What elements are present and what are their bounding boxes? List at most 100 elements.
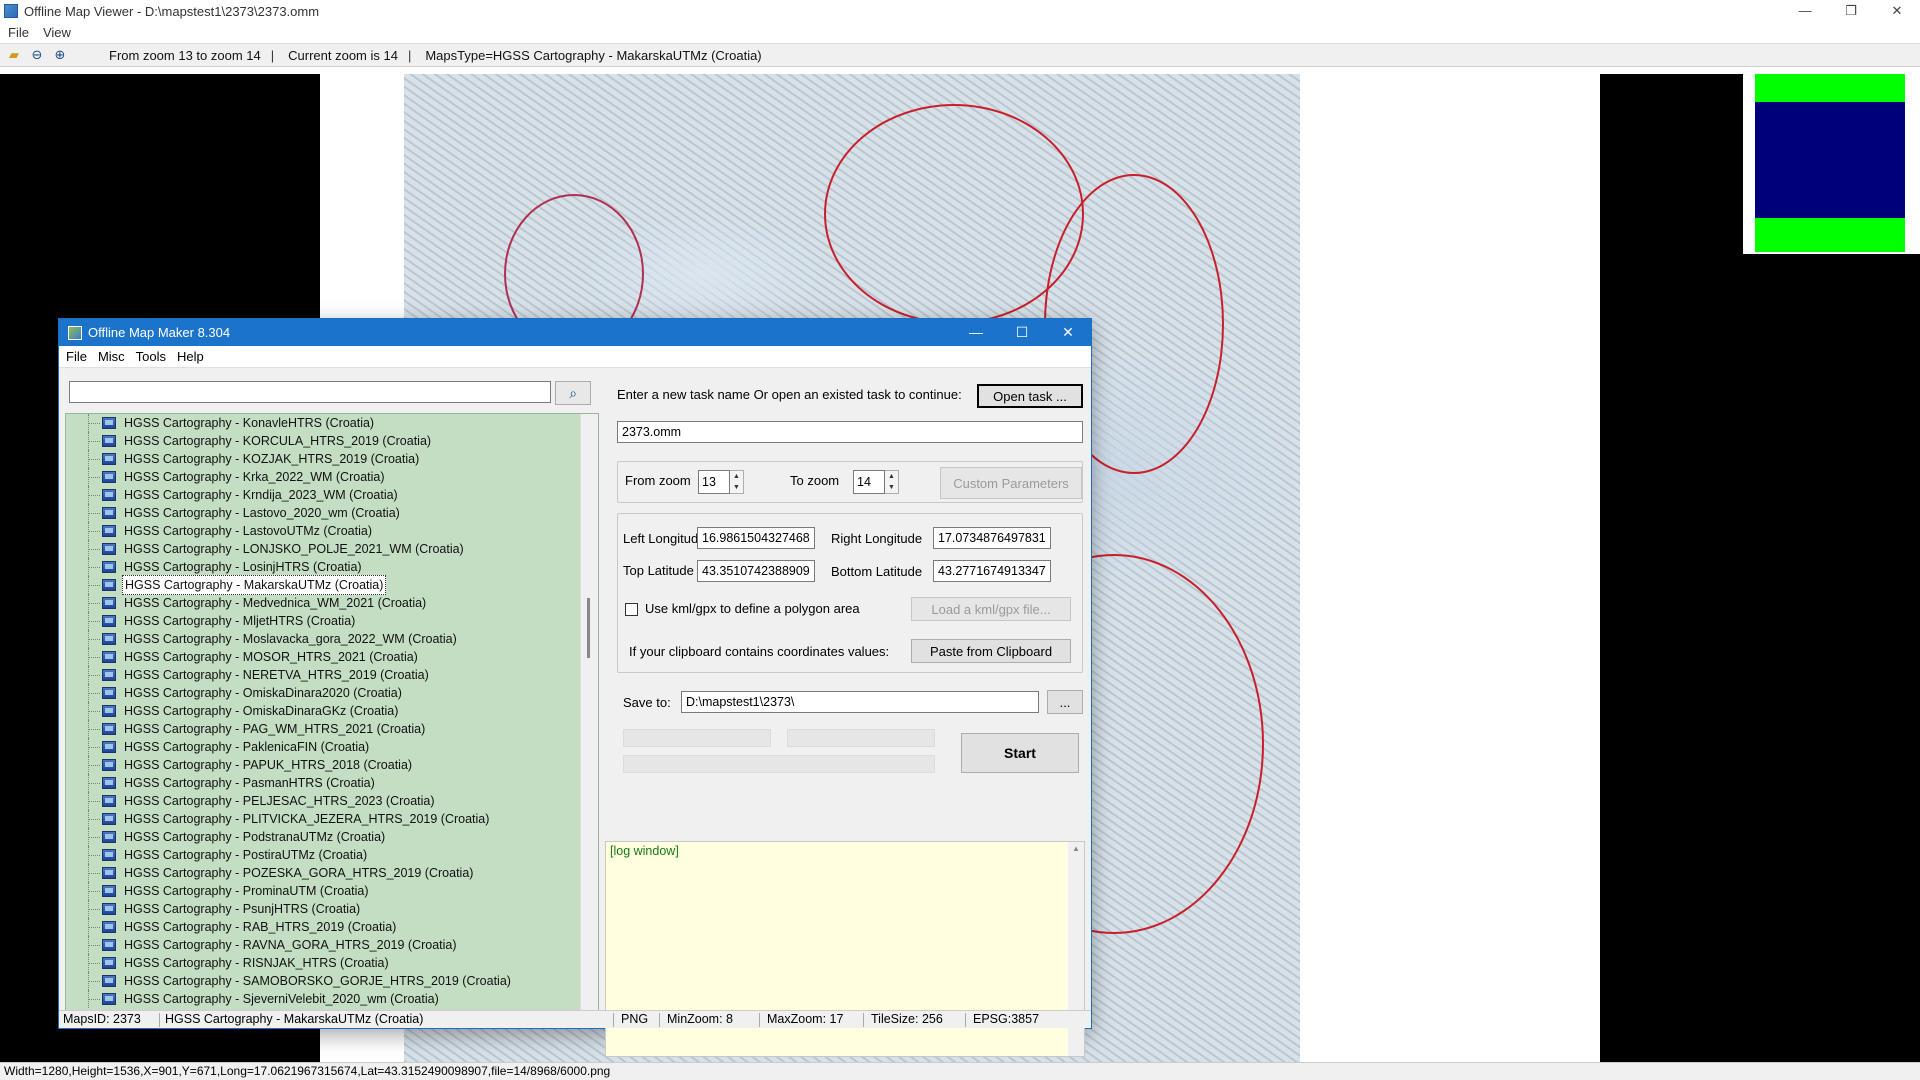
map-tree-item[interactable]: HGSS Cartography - PostiraUTMz (Croatia) — [66, 846, 598, 864]
viewer-minimize-button[interactable]: — — [1782, 0, 1828, 22]
map-icon — [102, 993, 116, 1005]
left-longitude-input[interactable]: 16.9861504327468 — [697, 527, 815, 549]
task-name-input[interactable]: 2373.omm — [617, 421, 1083, 443]
maker-menu-file[interactable]: File — [66, 349, 87, 364]
map-tree-item[interactable]: HGSS Cartography - SAMOBORSKO_GORJE_HTRS… — [66, 972, 598, 990]
map-tree-item-label: HGSS Cartography - MljetHTRS (Croatia) — [124, 614, 356, 628]
status-max-zoom: MaxZoom: 17 — [767, 1012, 844, 1026]
map-tree-item[interactable]: HGSS Cartography - KORCULA_HTRS_2019 (Cr… — [66, 432, 598, 450]
map-tree-item-label: HGSS Cartography - RAVNA_GORA_HTRS_2019 … — [124, 938, 457, 952]
open-folder-icon[interactable]: ▰ — [5, 46, 23, 64]
map-tree-item[interactable]: HGSS Cartography - Moslavacka_gora_2022_… — [66, 630, 598, 648]
map-tree-item[interactable]: HGSS Cartography - KOZJAK_HTRS_2019 (Cro… — [66, 450, 598, 468]
map-icon — [102, 579, 116, 591]
scroll-up-icon[interactable]: ▲ — [1068, 842, 1084, 856]
map-tree-item-label: HGSS Cartography - KORCULA_HTRS_2019 (Cr… — [124, 434, 432, 448]
status-map-name: HGSS Cartography - MakarskaUTMz (Croatia… — [165, 1012, 424, 1026]
map-tree-item-label: HGSS Cartography - SjeverniVelebit_2020_… — [124, 992, 439, 1006]
bottom-latitude-label: Bottom Latitude — [831, 564, 923, 579]
viewer-menu-file[interactable]: File — [8, 25, 29, 40]
map-tree-item-label: HGSS Cartography - RAB_HTRS_2019 (Croati… — [124, 920, 397, 934]
map-tree-item[interactable]: HGSS Cartography - Medvednica_WM_2021 (C… — [66, 594, 598, 612]
map-tree-item-label: HGSS Cartography - PaklenicaFIN (Croatia… — [124, 740, 370, 754]
map-tree-item[interactable]: HGSS Cartography - MakarskaUTMz (Croatia… — [66, 575, 598, 595]
maps-type-text: MapsType=HGSS Cartography - MakarskaUTMz… — [425, 47, 762, 63]
map-tree-item[interactable]: HGSS Cartography - MOSOR_HTRS_2021 (Croa… — [66, 648, 598, 666]
browse-button[interactable]: ... — [1047, 690, 1083, 714]
right-longitude-input[interactable]: 17.0734876497831 — [933, 527, 1051, 549]
map-icon — [102, 813, 116, 825]
map-tree-item[interactable]: HGSS Cartography - PasmanHTRS (Croatia) — [66, 774, 598, 792]
map-tree-item[interactable]: HGSS Cartography - PELJESAC_HTRS_2023 (C… — [66, 792, 598, 810]
map-tree-item-label: HGSS Cartography - SAMOBORSKO_GORJE_HTRS… — [124, 974, 511, 988]
map-tree-item[interactable]: HGSS Cartography - MljetHTRS (Croatia) — [66, 612, 598, 630]
map-tree-item[interactable]: HGSS Cartography - OmiskaDinara2020 (Cro… — [66, 684, 598, 702]
start-button[interactable]: Start — [961, 733, 1079, 773]
map-tree-item[interactable]: HGSS Cartography - RAB_HTRS_2019 (Croati… — [66, 918, 598, 936]
map-tree-item[interactable]: HGSS Cartography - LastovoUTMz (Croatia) — [66, 522, 598, 540]
maker-menu-tools[interactable]: Tools — [136, 349, 166, 364]
map-tree-item-label: HGSS Cartography - Lastovo_2020_wm (Croa… — [124, 506, 400, 520]
map-tree-item[interactable]: HGSS Cartography - Krndija_2023_WM (Croa… — [66, 486, 598, 504]
map-tree-item[interactable]: HGSS Cartography - Krka_2022_WM (Croatia… — [66, 468, 598, 486]
maker-menu-help[interactable]: Help — [177, 349, 204, 364]
maker-close-button[interactable]: ✕ — [1045, 319, 1091, 346]
map-tree-item[interactable]: HGSS Cartography - ProminaUTM (Croatia) — [66, 882, 598, 900]
map-tree-item[interactable]: HGSS Cartography - RISNJAK_HTRS (Croatia… — [66, 954, 598, 972]
map-tree-item[interactable]: HGSS Cartography - PLITVICKA_JEZERA_HTRS… — [66, 810, 598, 828]
bottom-latitude-input[interactable]: 43.2771674913347 — [933, 560, 1051, 582]
top-latitude-input[interactable]: 43.3510742388909 — [697, 560, 815, 582]
map-tree-item-label: HGSS Cartography - PostiraUTMz (Croatia) — [124, 848, 368, 862]
to-zoom-arrows[interactable]: ▲ ▼ — [885, 470, 899, 494]
zoom-out-icon[interactable]: ⊖ — [28, 46, 46, 64]
map-tree-item-label: HGSS Cartography - NERETVA_HTRS_2019 (Cr… — [124, 668, 429, 682]
from-zoom-arrows[interactable]: ▲ ▼ — [730, 470, 744, 494]
left-longitude-label: Left Longitude — [623, 531, 706, 546]
map-tree-item-label: HGSS Cartography - LosinjHTRS (Croatia) — [124, 560, 362, 574]
map-icon — [102, 615, 116, 627]
from-zoom-spinner[interactable]: 13 ▲ ▼ — [698, 470, 744, 494]
open-task-button[interactable]: Open task ... — [977, 384, 1083, 408]
maps-tree[interactable]: HGSS Cartography - KonavleHTRS (Croatia)… — [65, 413, 599, 1011]
maker-minimize-button[interactable]: — — [953, 319, 999, 346]
viewer-status-bar: Width=1280,Height=1536,X=901,Y=671,Long=… — [0, 1062, 1920, 1080]
map-tree-item[interactable]: HGSS Cartography - RAVNA_GORA_HTRS_2019 … — [66, 936, 598, 954]
paste-clipboard-button[interactable]: Paste from Clipboard — [911, 639, 1071, 663]
map-tree-item-label: HGSS Cartography - Moslavacka_gora_2022_… — [124, 632, 457, 646]
maker-app-icon — [68, 325, 82, 340]
kml-checkbox[interactable] — [625, 603, 638, 616]
zoom-in-icon[interactable]: ⊕ — [51, 46, 69, 64]
map-tree-item[interactable]: HGSS Cartography - POZESKA_GORA_HTRS_201… — [66, 864, 598, 882]
map-tree-item[interactable]: HGSS Cartography - OmiskaDinaraGKz (Croa… — [66, 702, 598, 720]
viewer-maximize-button[interactable]: ❐ — [1828, 0, 1874, 22]
load-kml-button[interactable]: Load a kml/gpx file... — [911, 597, 1071, 621]
map-tree-item[interactable]: HGSS Cartography - PaklenicaFIN (Croatia… — [66, 738, 598, 756]
map-tree-item-label: HGSS Cartography - PAG_WM_HTRS_2021 (Cro… — [124, 722, 426, 736]
viewer-menu-view[interactable]: View — [43, 25, 71, 40]
map-tree-item[interactable]: HGSS Cartography - LosinjHTRS (Croatia) — [66, 558, 598, 576]
to-zoom-value[interactable]: 14 — [853, 470, 885, 494]
map-icon — [102, 957, 116, 969]
status-min-zoom: MinZoom: 8 — [667, 1012, 733, 1026]
map-tree-item[interactable]: HGSS Cartography - NERETVA_HTRS_2019 (Cr… — [66, 666, 598, 684]
map-tree-item[interactable]: HGSS Cartography - PodstranaUTMz (Croati… — [66, 828, 598, 846]
map-tree-item[interactable]: HGSS Cartography - KonavleHTRS (Croatia) — [66, 414, 598, 432]
viewer-close-button[interactable]: ✕ — [1874, 0, 1920, 22]
progress-bar-2 — [787, 729, 935, 747]
from-zoom-value[interactable]: 13 — [698, 470, 730, 494]
map-icon — [102, 471, 116, 483]
maker-menu-misc[interactable]: Misc — [98, 349, 125, 364]
status-epsg: EPSG:3857 — [973, 1012, 1040, 1026]
map-tree-item[interactable]: HGSS Cartography - PsunjHTRS (Croatia) — [66, 900, 598, 918]
search-input[interactable] — [69, 381, 552, 403]
maker-maximize-button[interactable]: ☐ — [999, 319, 1045, 346]
map-tree-item[interactable]: HGSS Cartography - PAPUK_HTRS_2018 (Croa… — [66, 756, 598, 774]
map-tree-item[interactable]: HGSS Cartography - PAG_WM_HTRS_2021 (Cro… — [66, 720, 598, 738]
custom-parameters-button[interactable]: Custom Parameters — [940, 467, 1082, 499]
map-tree-item[interactable]: HGSS Cartography - LONJSKO_POLJE_2021_WM… — [66, 540, 598, 558]
map-tree-item[interactable]: HGSS Cartography - SjeverniVelebit_2020_… — [66, 990, 598, 1008]
search-button[interactable]: ⌕ — [555, 381, 591, 405]
save-to-input[interactable]: D:\mapstest1\2373\ — [681, 691, 1039, 713]
map-tree-item[interactable]: HGSS Cartography - Lastovo_2020_wm (Croa… — [66, 504, 598, 522]
to-zoom-spinner[interactable]: 14 ▲ ▼ — [853, 470, 899, 494]
